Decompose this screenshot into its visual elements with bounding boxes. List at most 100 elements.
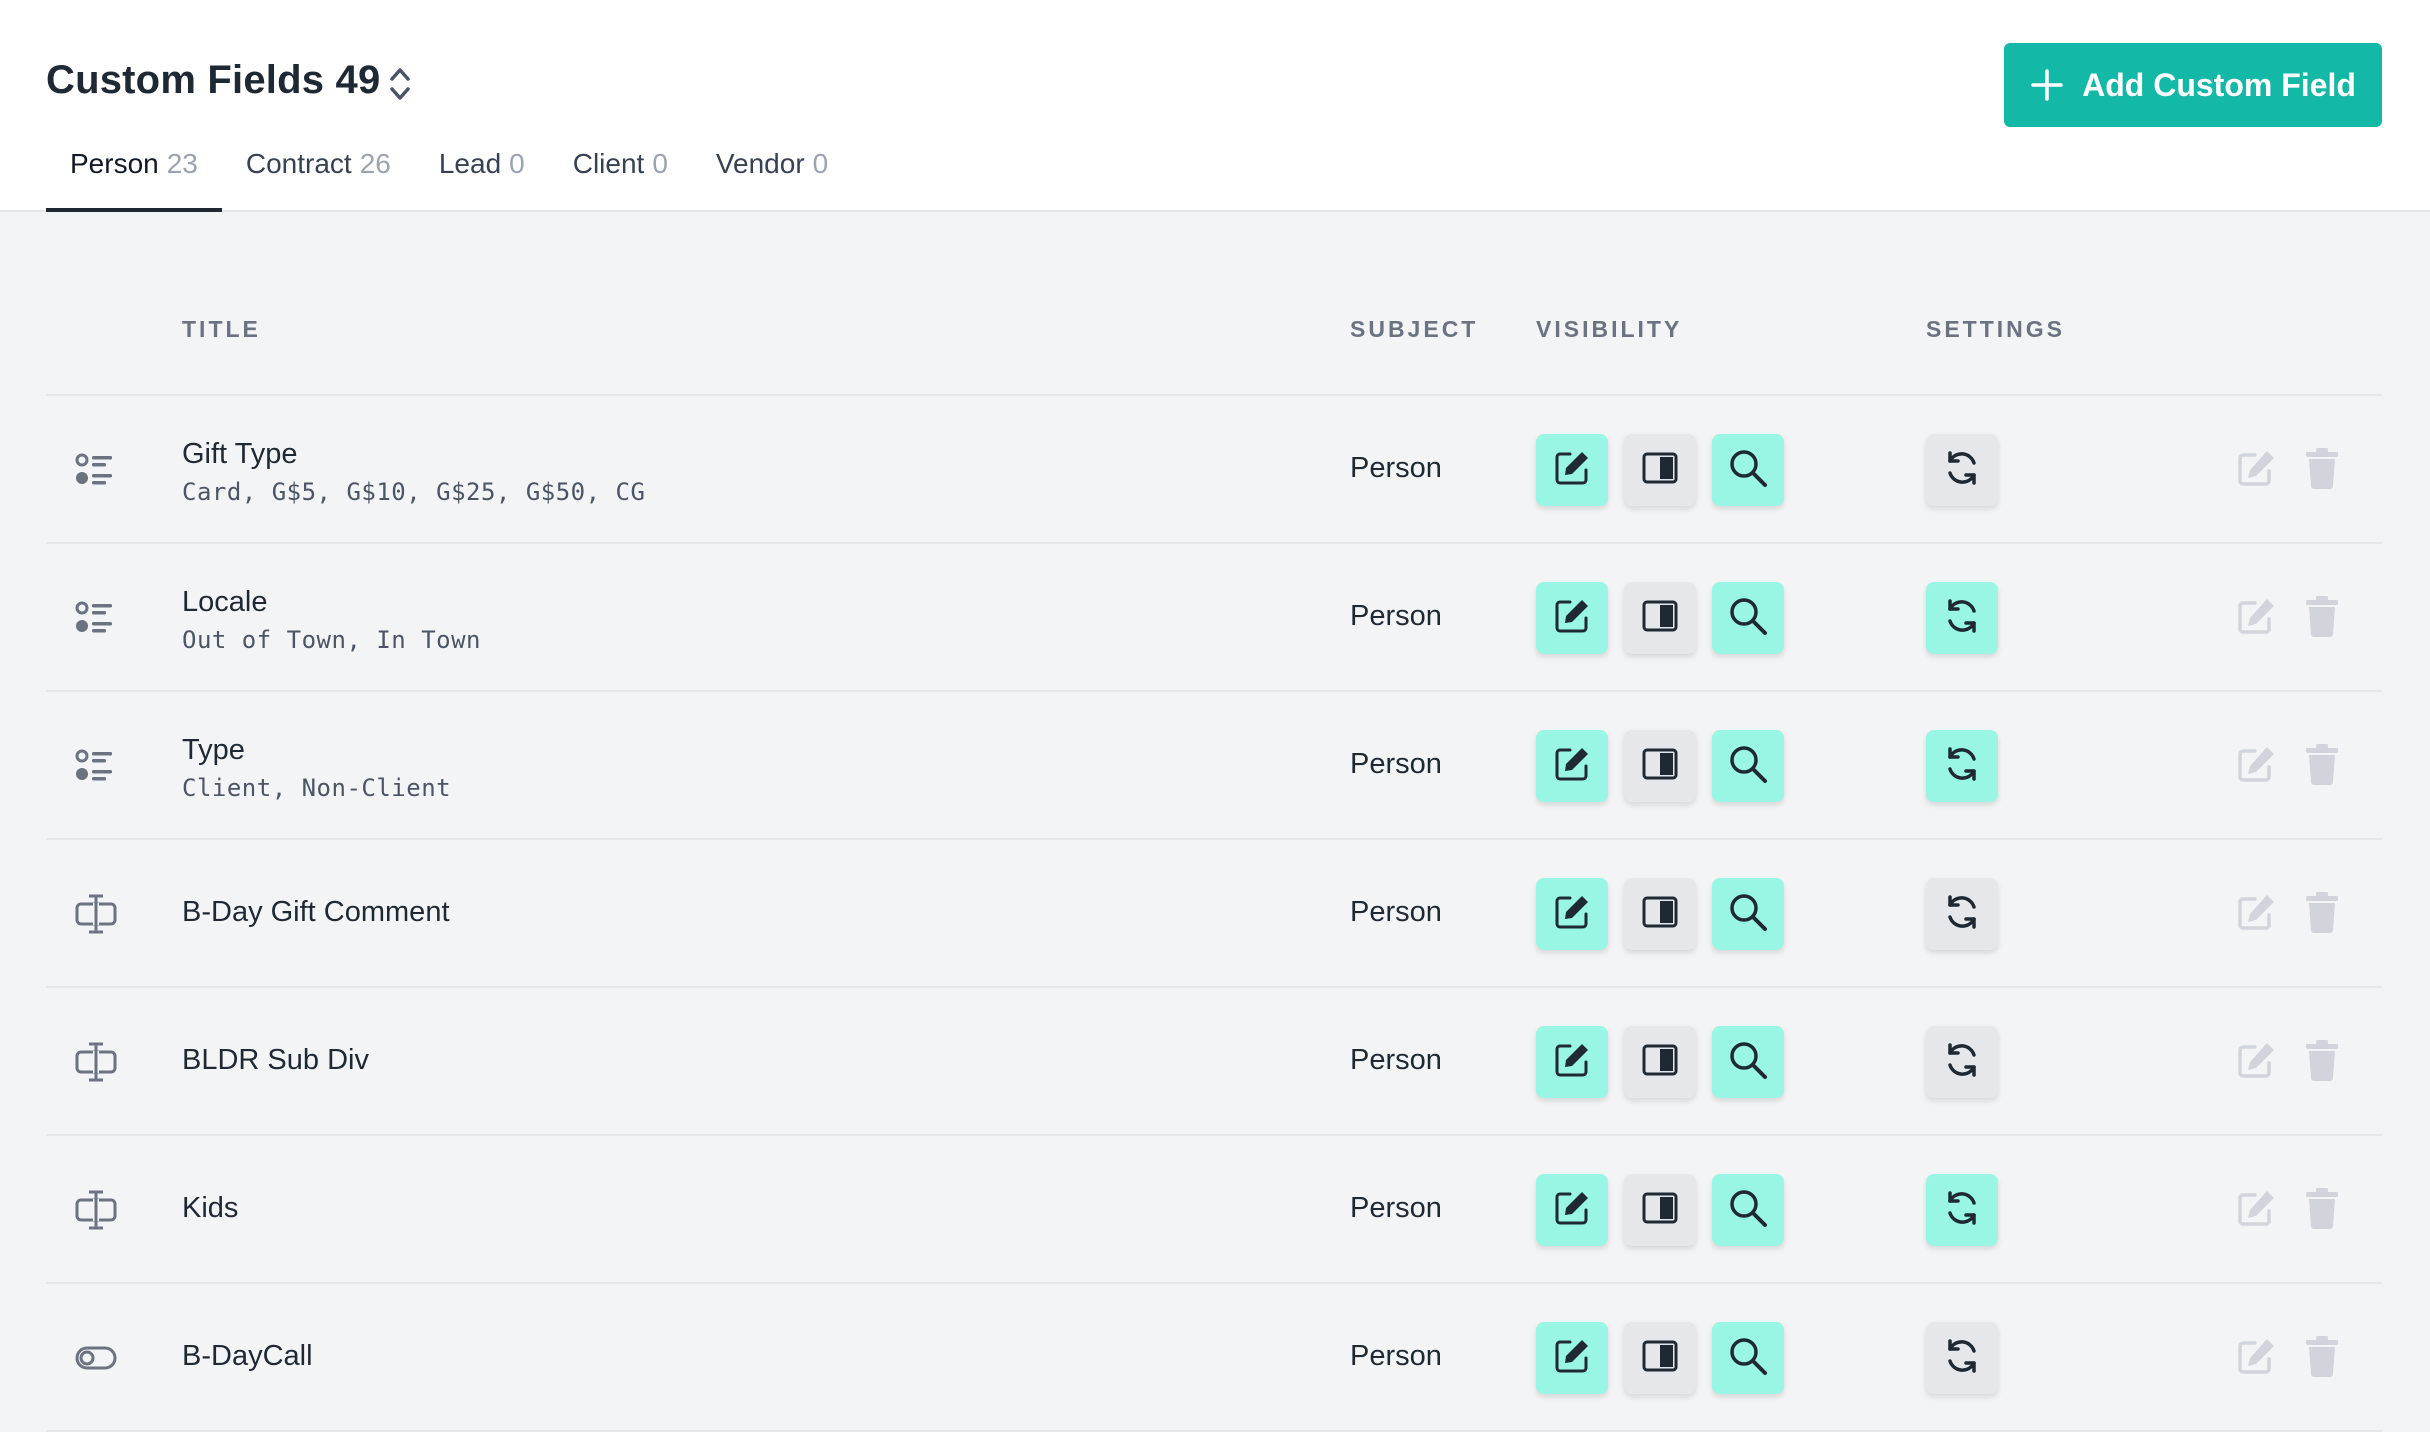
table-row: B-DayCall Person <box>46 1284 2382 1432</box>
pencil-square-icon <box>1552 596 1592 641</box>
edit-icon <box>2235 891 2277 938</box>
trash-icon <box>2304 743 2340 790</box>
sidebar-panel-icon <box>1640 744 1680 789</box>
settings-sync-toggle[interactable] <box>1926 1026 1998 1098</box>
tab-lead[interactable]: Lead 0 <box>415 148 549 212</box>
pencil-square-icon <box>1552 744 1592 789</box>
pencil-square-icon <box>1552 1188 1592 1233</box>
field-title: Locale <box>182 586 268 618</box>
edit-field-button[interactable] <box>2234 448 2278 492</box>
visibility-edit-toggle[interactable] <box>1536 730 1608 802</box>
sort-toggle-icon[interactable] <box>384 64 416 104</box>
field-subject: Person <box>1350 896 1442 928</box>
delete-field-button[interactable] <box>2300 1335 2344 1380</box>
visibility-sidebar-toggle[interactable] <box>1624 1174 1696 1246</box>
visibility-search-toggle[interactable] <box>1712 434 1784 506</box>
edit-field-button[interactable] <box>2234 744 2278 788</box>
column-visibility: VISIBILITY <box>1536 316 1683 342</box>
visibility-sidebar-toggle[interactable] <box>1624 1026 1696 1098</box>
tab-contract[interactable]: Contract 26 <box>222 148 415 212</box>
pencil-square-icon <box>1552 1336 1592 1381</box>
tab-count: 0 <box>652 148 668 179</box>
visibility-edit-toggle[interactable] <box>1536 1322 1608 1394</box>
pencil-square-icon <box>1552 448 1592 493</box>
field-subject: Person <box>1350 1044 1442 1076</box>
visibility-sidebar-toggle[interactable] <box>1624 582 1696 654</box>
tab-count: 26 <box>359 148 391 179</box>
delete-field-button[interactable] <box>2300 1039 2344 1086</box>
edit-icon <box>2235 743 2277 790</box>
edit-field-button[interactable] <box>2234 1336 2278 1380</box>
visibility-search-toggle[interactable] <box>1712 878 1784 950</box>
search-icon <box>1727 1039 1769 1086</box>
sidebar-panel-icon <box>1640 1188 1680 1233</box>
visibility-search-toggle[interactable] <box>1712 1174 1784 1246</box>
add-custom-field-label: Add Custom Field <box>2082 66 2356 103</box>
delete-field-button[interactable] <box>2300 1187 2344 1232</box>
edit-field-button[interactable] <box>2234 596 2278 640</box>
search-icon <box>1727 1335 1769 1382</box>
visibility-edit-toggle[interactable] <box>1536 1174 1608 1246</box>
settings-sync-toggle[interactable] <box>1926 434 1998 506</box>
sync-icon <box>1943 449 1981 492</box>
delete-field-button[interactable] <box>2300 447 2344 494</box>
text-field-icon <box>74 1190 118 1230</box>
visibility-sidebar-toggle[interactable] <box>1624 878 1696 950</box>
sync-icon <box>1943 1041 1981 1084</box>
search-icon <box>1727 743 1769 790</box>
delete-field-button[interactable] <box>2300 891 2344 936</box>
visibility-sidebar-toggle[interactable] <box>1624 730 1696 802</box>
visibility-search-toggle[interactable] <box>1712 1322 1784 1394</box>
column-settings: SETTINGS <box>1926 316 2066 342</box>
delete-field-button[interactable] <box>2300 595 2344 642</box>
field-subject: Person <box>1350 748 1442 780</box>
edit-field-button[interactable] <box>2234 1040 2278 1084</box>
tab-label: Person <box>70 148 159 179</box>
settings-sync-toggle[interactable] <box>1926 1174 1998 1246</box>
sync-icon <box>1943 745 1981 788</box>
column-subject: SUBJECT <box>1350 316 1479 342</box>
table-row: BLDR Sub Div Person <box>46 988 2382 1136</box>
tab-label: Vendor <box>715 148 805 179</box>
sidebar-panel-icon <box>1640 448 1680 493</box>
edit-icon <box>2235 1039 2277 1086</box>
field-subject: Person <box>1350 452 1442 484</box>
edit-field-button[interactable] <box>2234 892 2278 936</box>
tab-count: 0 <box>509 148 525 179</box>
page-title: Custom Fields 49 <box>46 58 381 102</box>
column-title: TITLE <box>182 316 261 342</box>
settings-sync-toggle[interactable] <box>1926 582 1998 654</box>
field-title: Kids <box>182 1192 239 1224</box>
visibility-edit-toggle[interactable] <box>1536 434 1608 506</box>
visibility-edit-toggle[interactable] <box>1536 582 1608 654</box>
edit-field-button[interactable] <box>2234 1188 2278 1232</box>
list-options-icon <box>74 598 118 638</box>
trash-icon <box>2304 447 2340 494</box>
tab-person[interactable]: Person 23 <box>46 148 222 212</box>
tab-label: Client <box>572 148 645 179</box>
edit-icon <box>2235 595 2277 642</box>
tab-vendor[interactable]: Vendor 0 <box>692 148 852 212</box>
visibility-sidebar-toggle[interactable] <box>1624 434 1696 506</box>
visibility-search-toggle[interactable] <box>1712 730 1784 802</box>
tab-label: Contract <box>245 148 352 179</box>
field-title: B-DayCall <box>182 1340 313 1372</box>
table-row: Locale Out of Town, In Town Person <box>46 544 2382 692</box>
visibility-edit-toggle[interactable] <box>1536 1026 1608 1098</box>
sidebar-panel-icon <box>1640 1040 1680 1085</box>
visibility-edit-toggle[interactable] <box>1536 878 1608 950</box>
visibility-sidebar-toggle[interactable] <box>1624 1322 1696 1394</box>
plus-icon <box>2031 69 2063 101</box>
settings-sync-toggle[interactable] <box>1926 730 1998 802</box>
search-icon <box>1727 891 1769 938</box>
visibility-search-toggle[interactable] <box>1712 1026 1784 1098</box>
add-custom-field-button[interactable]: Add Custom Field <box>2004 43 2382 127</box>
settings-sync-toggle[interactable] <box>1926 1322 1998 1394</box>
settings-sync-toggle[interactable] <box>1926 878 1998 950</box>
search-icon <box>1727 595 1769 642</box>
trash-icon <box>2304 595 2340 642</box>
visibility-search-toggle[interactable] <box>1712 582 1784 654</box>
delete-field-button[interactable] <box>2300 743 2344 790</box>
trash-icon <box>2304 1039 2340 1086</box>
tab-client[interactable]: Client 0 <box>549 148 692 212</box>
